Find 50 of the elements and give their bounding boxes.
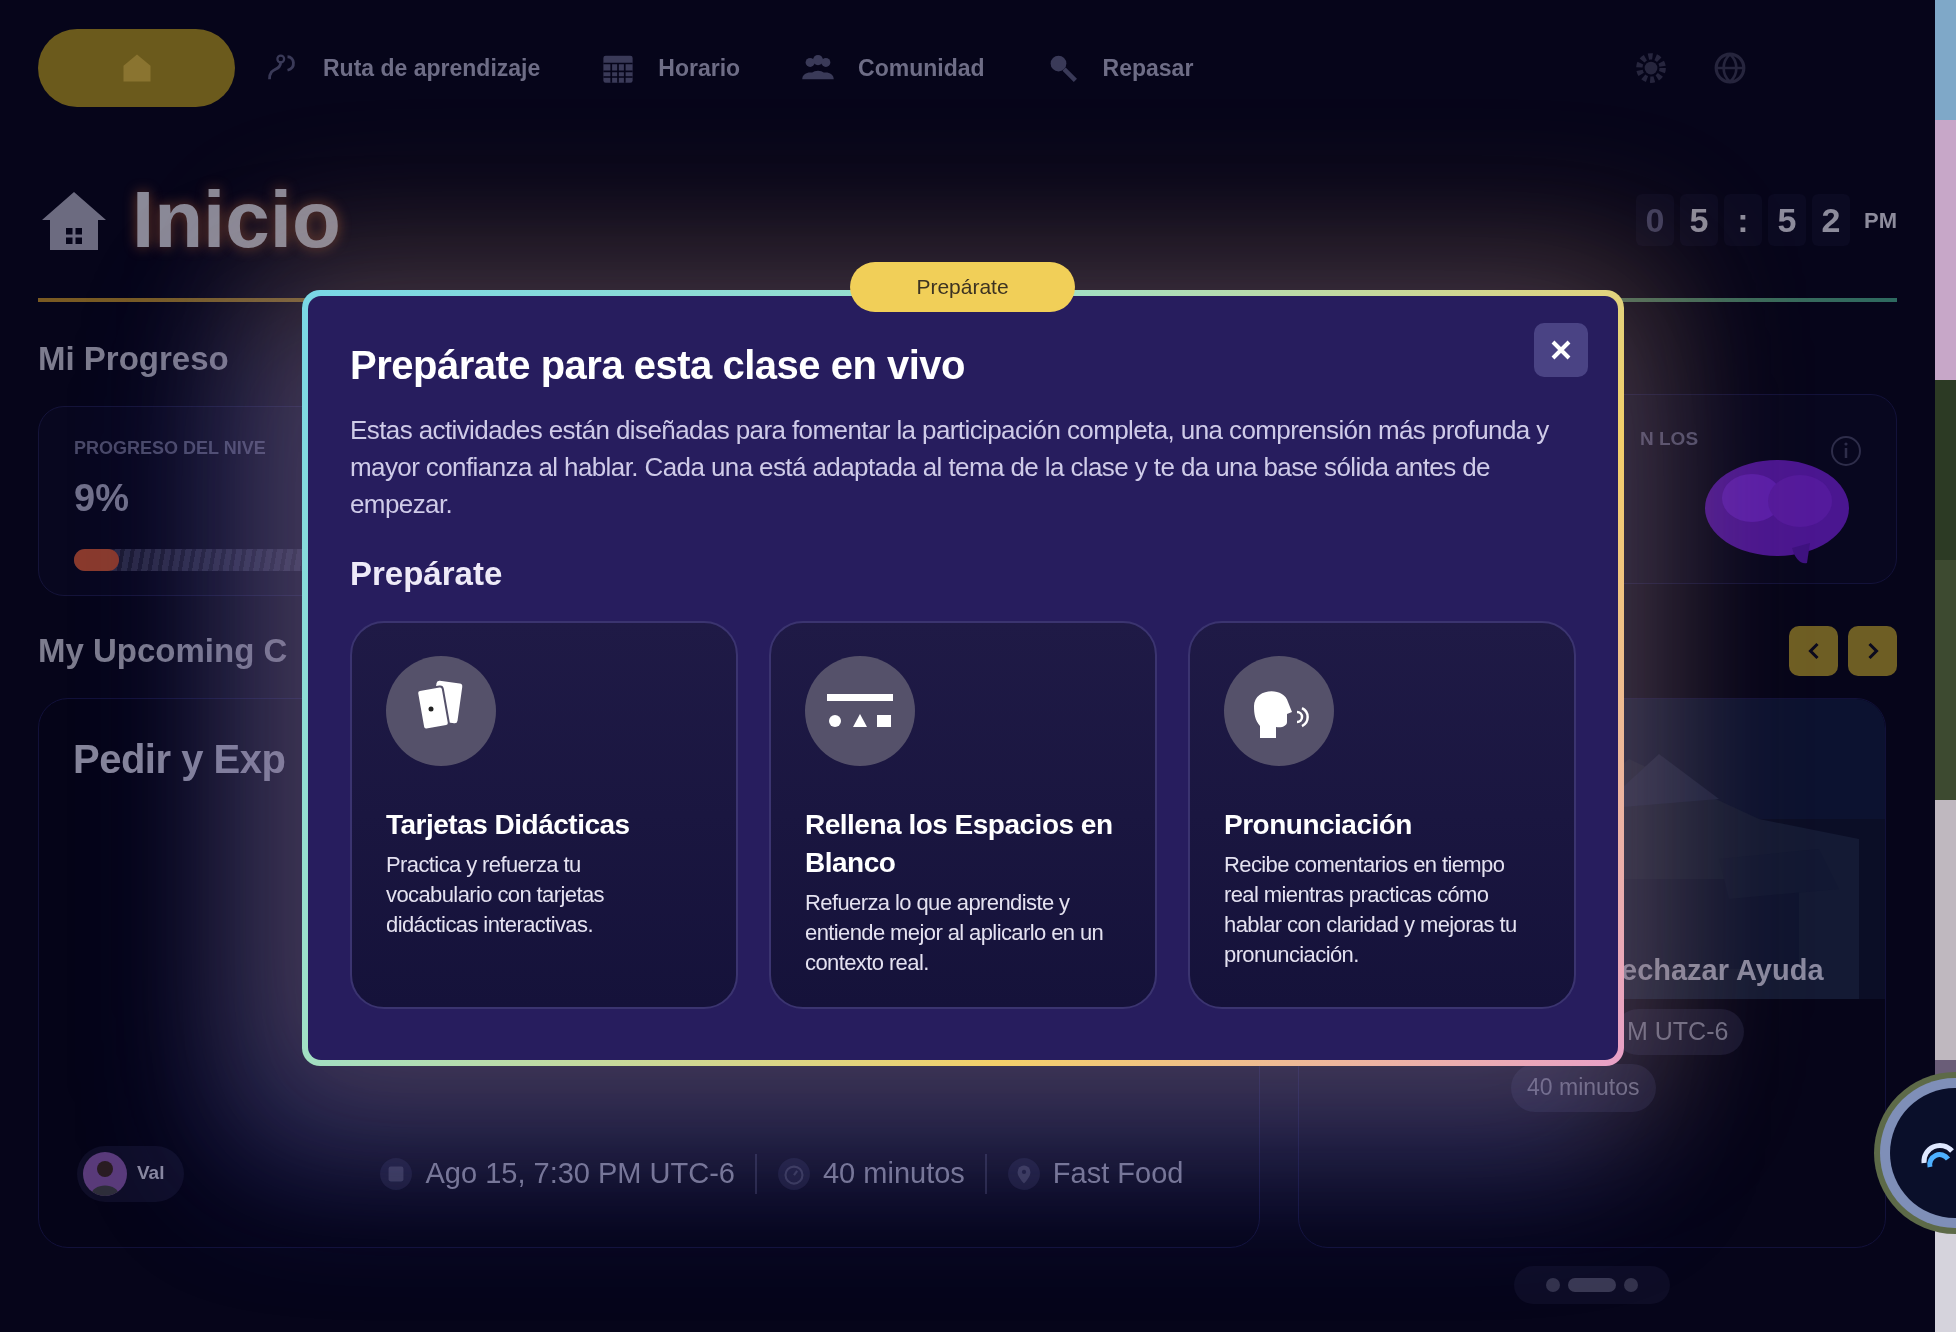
timer-icon (776, 1156, 811, 1191)
globe-icon (1713, 51, 1747, 85)
activity-card[interactable]: Tarjetas Didácticas Practica y refuerza tu vocabulario con tarjetas didácticas interactivas. (350, 620, 738, 1009)
flashcards-icon (386, 655, 496, 766)
next-button[interactable] (1848, 625, 1897, 676)
previous-button[interactable] (1789, 625, 1838, 676)
dialog-description: Estas actividades están diseñadas para fomentar la participación completa, una comprensión más profunda y mayor confianza al hablar. Cada una está adaptada al tema de la clase y te da una base sólida antes de empezar. (350, 414, 1550, 521)
close-button[interactable] (1534, 323, 1588, 377)
speaking-head-icon (1224, 655, 1334, 766)
avatar (83, 1151, 127, 1196)
class-duration: 40 minutos (822, 1155, 965, 1191)
clock-digit: : (1724, 194, 1762, 246)
card-label: N LOS (1640, 427, 1699, 451)
dialog-title: Prepárate para esta clase en vivo (350, 342, 965, 389)
clock-digit: 5 (1680, 194, 1718, 246)
clock-digit: 5 (1768, 194, 1806, 246)
activity-title: Pronunciación (1224, 807, 1413, 842)
nav-tab[interactable]: Ruta de aprendizaje (265, 29, 541, 107)
clock-digit: 2 (1812, 194, 1850, 246)
class-duration: 40 minutos (1511, 1063, 1656, 1112)
class-location: Fast Food (1052, 1155, 1184, 1191)
info-icon (1830, 435, 1862, 467)
settings-icon (1634, 51, 1668, 85)
section-heading: Prepárate (350, 554, 503, 594)
shapes-icon (805, 655, 915, 766)
calendar-icon (379, 1156, 414, 1191)
teacher-name: Val (137, 1161, 165, 1186)
activity-description: Practica y refuerza tu vocabulario con tarjetas didácticas interactivas. (386, 850, 605, 939)
progress-value: 9% (74, 475, 129, 521)
activity-description: Recibe comentarios en tiempo real mientras practicas cómo hablar con claridad y mejoras tu pronunciación. (1224, 850, 1518, 969)
section-heading: My Upcoming C (38, 630, 288, 671)
activity-title: Rellena los Espacios en Blanco (805, 807, 1114, 880)
class-title: Pedir y Exp (73, 735, 286, 783)
clock-digit: 0 (1636, 194, 1674, 246)
activity-card[interactable]: Rellena los Espacios en Blanco Refuerza lo que aprendiste y entiende mejor al aplicarlo en un contexto real. (769, 620, 1157, 1009)
page-title: Inicio (132, 180, 341, 260)
nav-tab[interactable]: Comunidad (800, 29, 985, 107)
activity-card[interactable]: Pronunciación Recibe comentarios en tiempo real mientras practicas cómo hablar con claridad y mejoras tu pronunciación. (1188, 620, 1576, 1009)
nav-tab[interactable]: Repasar (1044, 29, 1194, 107)
dialog-badge: Prepárate (850, 262, 1075, 312)
class-date: Ago 15, 7:30 PM UTC-6 (425, 1155, 735, 1191)
clock-period: PM (1864, 206, 1897, 235)
class-title: echazar Ayuda (1621, 952, 1824, 988)
close-icon (1549, 338, 1573, 362)
activity-description: Refuerza lo que aprendiste y entiende mejor al aplicarlo en un contexto real. (805, 888, 1105, 977)
progress-label: PROGRESO DEL NIVE (74, 436, 266, 460)
activity-title: Tarjetas Didácticas (386, 807, 631, 842)
nav-tab[interactable]: Horario (600, 29, 741, 107)
section-heading: Mi Progreso (38, 339, 229, 379)
location-pin-icon (1006, 1156, 1041, 1191)
